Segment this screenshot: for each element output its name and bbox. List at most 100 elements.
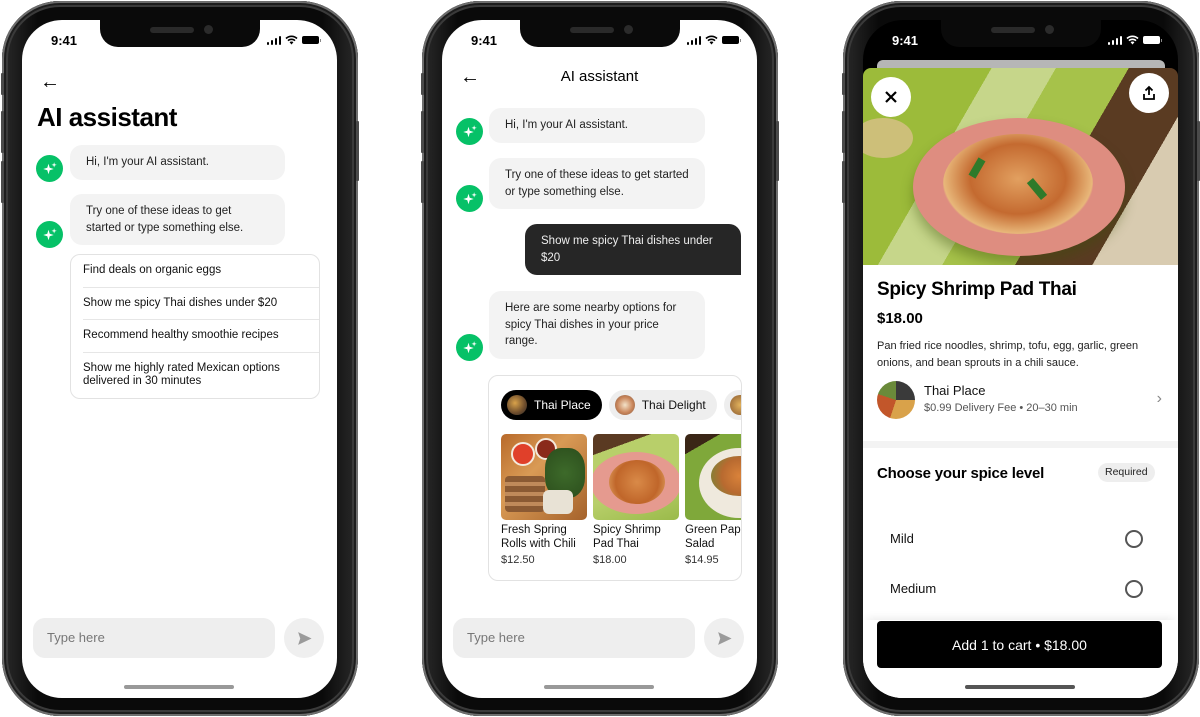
home-indicator bbox=[124, 685, 234, 689]
dish-name: Green Papaya bbox=[685, 524, 741, 536]
mute-switch bbox=[1, 73, 4, 95]
dish-card[interactable]: Spicy Shrimp Pad Thai $18.00 bbox=[593, 434, 679, 566]
back-arrow-icon[interactable]: ← bbox=[40, 72, 60, 92]
signal-icon bbox=[266, 35, 281, 45]
chip-label: Thai Delight bbox=[641, 398, 706, 412]
dish-name: Rolls with Chili bbox=[501, 537, 576, 550]
battery-icon bbox=[722, 36, 741, 44]
ai-sparkle-avatar-icon bbox=[36, 155, 63, 182]
spice-section-title: Choose your spice level bbox=[877, 465, 1045, 482]
assistant-message: Try one of these ideas to get started or… bbox=[70, 194, 285, 245]
ai-sparkle-avatar-icon bbox=[456, 185, 483, 212]
chat-screen-results: 9:41 ← AI assistant Hi, I'm your AI assi… bbox=[442, 20, 757, 698]
notch bbox=[519, 20, 680, 47]
status-time: 9:41 bbox=[471, 33, 498, 48]
send-icon bbox=[716, 630, 733, 647]
battery-icon bbox=[302, 36, 321, 44]
chip-thai-delight[interactable]: Thai Delight bbox=[608, 390, 717, 420]
spice-option-mild[interactable]: Mild bbox=[863, 515, 1178, 565]
item-detail-screen: 9:41 Spicy Shrimp Pad Thai $18.00 Pan fr… bbox=[863, 20, 1178, 698]
close-button[interactable] bbox=[871, 77, 911, 117]
suggestion-item[interactable]: Show me spicy Thai dishes under $20 bbox=[83, 288, 319, 320]
dish-price: $14.95 bbox=[685, 554, 719, 566]
restaurant-thumbnail bbox=[614, 395, 635, 415]
dish-name: Salad bbox=[685, 537, 715, 550]
ai-sparkle-avatar-icon bbox=[36, 221, 63, 248]
battery-icon bbox=[1143, 36, 1162, 44]
send-button[interactable] bbox=[704, 618, 744, 658]
dish-card[interactable]: Green Papaya Salad $14.95 bbox=[685, 434, 741, 566]
restaurant-chips: Thai Place Thai Delight bbox=[501, 390, 741, 420]
power-button bbox=[356, 121, 359, 181]
wifi-icon bbox=[705, 35, 718, 45]
item-price: $18.00 bbox=[877, 310, 923, 327]
dish-image-papaya-salad bbox=[685, 434, 741, 520]
store-row[interactable]: Thai Place $0.99 Delivery Fee • 20–30 mi… bbox=[877, 381, 1167, 421]
assistant-message: Hi, I'm your AI assistant. bbox=[489, 108, 705, 143]
store-name: Thai Place bbox=[924, 383, 986, 398]
store-thumbnail bbox=[877, 381, 915, 419]
item-description: Pan fried rice noodles, shrimp, tofu, eg… bbox=[877, 340, 1139, 369]
chat-screen-initial: 9:41 ← AI assistant Hi, I'm your AI assi… bbox=[22, 20, 337, 698]
user-message: Show me spicy Thai dishes under $20 bbox=[525, 224, 741, 275]
home-indicator bbox=[965, 685, 1075, 689]
wifi-icon bbox=[285, 35, 298, 45]
dish-name: Fresh Spring bbox=[501, 524, 567, 536]
dish-card[interactable]: Fresh Spring Rolls with Chili $12.50 bbox=[501, 434, 587, 566]
home-indicator bbox=[544, 685, 654, 689]
phone-frame-2: 9:41 ← AI assistant Hi, I'm your AI assi… bbox=[421, 1, 779, 716]
phone-frame-1: 9:41 ← AI assistant Hi, I'm your AI assi… bbox=[1, 1, 359, 716]
status-time: 9:41 bbox=[892, 33, 919, 48]
volume-up-button bbox=[1, 111, 4, 153]
message-input[interactable]: Type here bbox=[33, 618, 275, 658]
chevron-right-icon: › bbox=[1156, 390, 1162, 407]
suggestion-item[interactable]: Find deals on organic eggs bbox=[83, 255, 319, 288]
volume-down-button bbox=[842, 161, 845, 203]
volume-down-button bbox=[1, 161, 4, 203]
wifi-icon bbox=[1126, 35, 1139, 45]
mute-switch bbox=[842, 73, 845, 95]
dish-image-spring-rolls bbox=[501, 434, 587, 520]
item-title: Spicy Shrimp Pad Thai bbox=[877, 279, 1077, 300]
spice-option-medium[interactable]: Medium bbox=[863, 565, 1178, 615]
message-input[interactable]: Type here bbox=[453, 618, 695, 658]
add-to-cart-button[interactable]: Add 1 to cart • $18.00 bbox=[877, 621, 1162, 668]
section-divider bbox=[863, 441, 1178, 448]
signal-icon bbox=[1107, 35, 1122, 45]
suggestion-item[interactable]: Show me highly rated Mexican options del… bbox=[83, 353, 319, 398]
phone-frame-3: 9:41 Spicy Shrimp Pad Thai $18.00 Pan fr… bbox=[842, 1, 1200, 716]
notch bbox=[940, 20, 1101, 47]
radio-button[interactable] bbox=[1125, 530, 1143, 548]
restaurant-thumbnail bbox=[507, 395, 527, 415]
power-button bbox=[776, 121, 779, 181]
store-meta: $0.99 Delivery Fee • 20–30 min bbox=[924, 402, 1078, 414]
dish-name: Pad Thai bbox=[593, 537, 639, 550]
required-badge: Required bbox=[1098, 463, 1155, 482]
chip-label: Thai Place bbox=[534, 398, 591, 412]
share-button[interactable] bbox=[1129, 73, 1169, 113]
suggestion-list: Find deals on organic eggs Show me spicy… bbox=[70, 254, 320, 399]
chip-thai-place[interactable]: Thai Place bbox=[501, 390, 602, 420]
volume-down-button bbox=[421, 161, 424, 203]
restaurant-thumbnail bbox=[729, 395, 741, 415]
radio-button[interactable] bbox=[1125, 580, 1143, 598]
status-time: 9:41 bbox=[51, 33, 78, 48]
ai-sparkle-avatar-icon bbox=[456, 334, 483, 361]
dish-carousel: Fresh Spring Rolls with Chili $12.50 Spi… bbox=[501, 434, 741, 566]
option-label: Medium bbox=[890, 581, 937, 596]
results-card: Thai Place Thai Delight Fresh Spring Rol… bbox=[488, 375, 742, 581]
assistant-message: Hi, I'm your AI assistant. bbox=[70, 145, 285, 180]
nav-title: AI assistant bbox=[560, 68, 639, 85]
suggestion-item[interactable]: Recommend healthy smoothie recipes bbox=[83, 320, 319, 353]
assistant-message: Try one of these ideas to get started or… bbox=[489, 158, 705, 209]
ai-sparkle-avatar-icon bbox=[456, 118, 483, 145]
signal-icon bbox=[686, 35, 701, 45]
volume-up-button bbox=[842, 111, 845, 153]
notch bbox=[99, 20, 260, 47]
chip-more-restaurant[interactable] bbox=[723, 390, 741, 420]
page-title: AI assistant bbox=[37, 102, 177, 132]
dish-price: $12.50 bbox=[501, 554, 535, 566]
send-button[interactable] bbox=[284, 618, 324, 658]
send-icon bbox=[296, 630, 313, 647]
dish-price: $18.00 bbox=[593, 554, 627, 566]
